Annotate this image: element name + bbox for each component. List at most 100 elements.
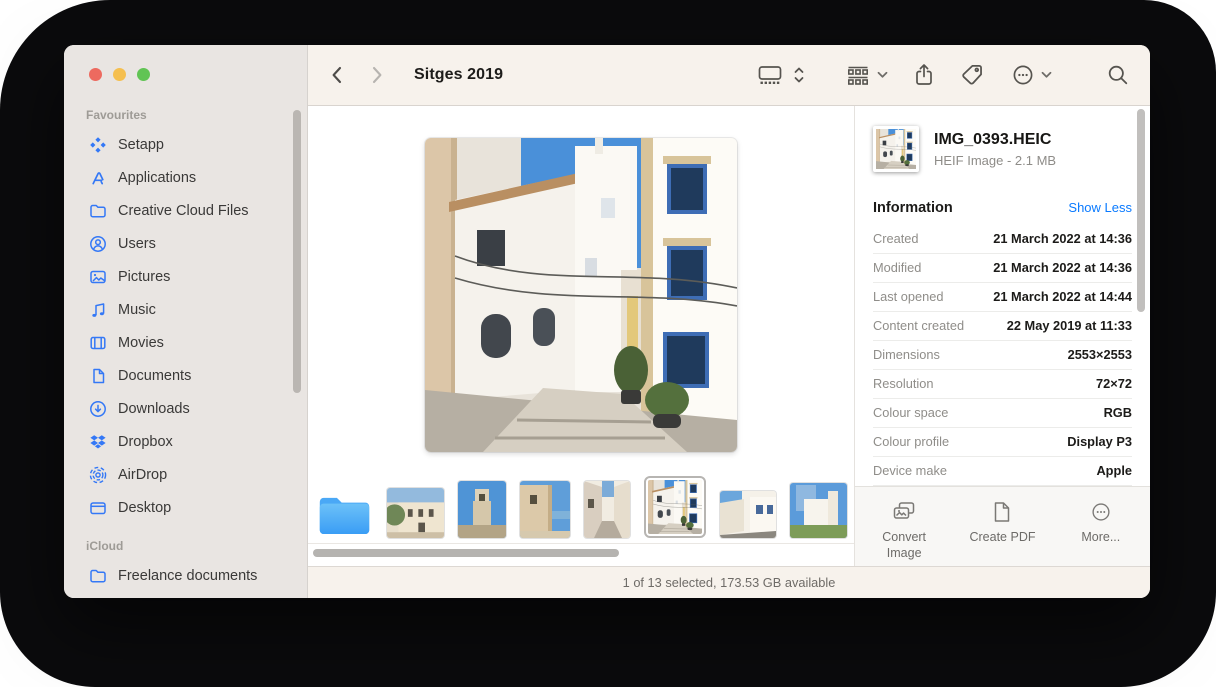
folder-icon	[87, 202, 109, 220]
sort-updown-icon	[793, 65, 805, 85]
preview-image[interactable]	[425, 138, 737, 452]
sidebar-section-favourites: Favourites	[86, 108, 297, 122]
thumbnail-photo[interactable]	[520, 481, 570, 538]
thumbnail-photo[interactable]	[720, 491, 776, 538]
more-ellipsis-icon	[1090, 501, 1112, 523]
thumbnail-folder[interactable]	[316, 492, 373, 538]
desktop-icon	[87, 499, 109, 517]
blue-folder-icon	[316, 492, 373, 538]
applications-icon	[87, 169, 109, 187]
airdrop-icon	[87, 466, 109, 484]
share-icon	[912, 62, 936, 88]
sidebar-item-desktop[interactable]: Desktop	[83, 491, 297, 524]
movies-icon	[87, 334, 109, 352]
sidebar-item-setapp[interactable]: Setapp	[83, 128, 297, 161]
dropbox-icon	[87, 433, 109, 451]
sidebar-item-label: Desktop	[118, 500, 171, 516]
metadata-rows: Created21 March 2022 at 14:36 Modified21…	[855, 225, 1150, 486]
metadata-row: Device makeApple	[873, 457, 1132, 486]
sidebar-item-label: Freelance documents	[118, 568, 257, 584]
sidebar-item-creative-cloud-files[interactable]: Creative Cloud Files	[83, 194, 297, 227]
thumbnail-photo[interactable]	[458, 481, 506, 538]
sidebar-item-dropbox[interactable]: Dropbox	[83, 425, 297, 458]
metadata-row: Last opened21 March 2022 at 14:44	[873, 283, 1132, 312]
sidebar-item-label: Pictures	[118, 269, 170, 285]
tag-button[interactable]	[960, 63, 985, 88]
thumbnail-photo[interactable]	[790, 483, 847, 538]
info-panel-scrollbar[interactable]	[1137, 109, 1145, 312]
tag-icon	[960, 63, 985, 88]
chevron-down-icon	[1041, 71, 1052, 79]
sidebar-item-downloads[interactable]: Downloads	[83, 392, 297, 425]
horizontal-scroll-area	[308, 543, 854, 566]
pictures-icon	[87, 268, 109, 286]
file-name: IMG_0393.HEIC	[934, 131, 1056, 149]
sidebar-item-movies[interactable]: Movies	[83, 326, 297, 359]
sidebar-item-freelance-documents[interactable]: Freelance documents	[83, 559, 297, 592]
metadata-row: Content created22 May 2019 at 11:33	[873, 312, 1132, 341]
search-button[interactable]	[1106, 63, 1130, 87]
convert-image-icon	[892, 501, 916, 523]
sidebar-scrollbar[interactable]	[293, 110, 301, 393]
sidebar-item-music[interactable]: Music	[83, 293, 297, 326]
horizontal-scrollbar[interactable]	[313, 549, 619, 557]
metadata-row: Created21 March 2022 at 14:36	[873, 225, 1132, 254]
setapp-icon	[87, 136, 109, 154]
finder-window: Favourites Setapp Applications Creative …	[64, 45, 1150, 598]
sidebar-item-label: Applications	[118, 170, 196, 186]
more-ellipsis-icon	[1011, 63, 1035, 87]
folder-icon	[87, 567, 109, 585]
thumbnail-photo-selected	[648, 480, 702, 534]
forward-button[interactable]	[370, 65, 384, 85]
zoom-window-button[interactable]	[137, 68, 150, 81]
sidebar-item-users[interactable]: Users	[83, 227, 297, 260]
thumbnail-strip	[308, 476, 854, 543]
metadata-row: Resolution72×72	[873, 370, 1132, 399]
metadata-row: Colour spaceRGB	[873, 399, 1132, 428]
toolbar: Sitges 2019	[308, 45, 1150, 106]
sidebar: Favourites Setapp Applications Creative …	[64, 45, 308, 598]
convert-image-button[interactable]: Convert Image	[855, 487, 953, 566]
downloads-icon	[87, 400, 109, 418]
information-heading: Information	[873, 200, 953, 216]
sidebar-item-documents[interactable]: Documents	[83, 359, 297, 392]
thumbnail-selected[interactable]	[644, 476, 706, 538]
sidebar-section-icloud: iCloud	[86, 539, 297, 553]
traffic-lights	[64, 45, 307, 81]
chevron-right-icon	[370, 65, 384, 85]
group-icon	[845, 63, 871, 87]
status-text: 1 of 13 selected, 173.53 GB available	[623, 575, 836, 590]
thumbnail-photo[interactable]	[584, 481, 630, 538]
minimise-window-button[interactable]	[113, 68, 126, 81]
sidebar-item-label: Dropbox	[118, 434, 173, 450]
chevron-left-icon	[330, 65, 344, 85]
create-pdf-button[interactable]: Create PDF	[953, 487, 1051, 566]
info-panel: IMG_0393.HEIC HEIF Image - 2.1 MB Inform…	[854, 106, 1150, 566]
sidebar-item-pictures[interactable]: Pictures	[83, 260, 297, 293]
sidebar-item-label: Setapp	[118, 137, 164, 153]
view-switcher-button[interactable]	[758, 63, 805, 87]
search-icon	[1106, 63, 1130, 87]
sidebar-item-airdrop[interactable]: AirDrop	[83, 458, 297, 491]
sidebar-item-label: Users	[118, 236, 156, 252]
share-button[interactable]	[912, 62, 936, 88]
more-actions-button[interactable]	[1011, 63, 1052, 87]
metadata-row: Colour profileDisplay P3	[873, 428, 1132, 457]
chevron-down-icon	[877, 71, 888, 79]
sidebar-item-label: Music	[118, 302, 156, 318]
thumbnail-photo[interactable]	[387, 488, 444, 538]
preview-area	[308, 106, 854, 476]
sidebar-item-applications[interactable]: Applications	[83, 161, 297, 194]
group-by-button[interactable]	[845, 63, 888, 87]
sidebar-item-label: Downloads	[118, 401, 190, 417]
more-button[interactable]: More...	[1052, 487, 1150, 566]
user-circle-icon	[87, 235, 109, 253]
gallery-view	[308, 106, 854, 566]
quick-actions: Convert Image Create PDF More...	[855, 486, 1150, 566]
show-less-link[interactable]: Show Less	[1068, 200, 1132, 215]
status-bar: 1 of 13 selected, 173.53 GB available	[308, 566, 1150, 598]
close-window-button[interactable]	[89, 68, 102, 81]
sidebar-item-label: Creative Cloud Files	[118, 203, 249, 219]
window-title: Sitges 2019	[414, 66, 503, 84]
back-button[interactable]	[330, 65, 344, 85]
